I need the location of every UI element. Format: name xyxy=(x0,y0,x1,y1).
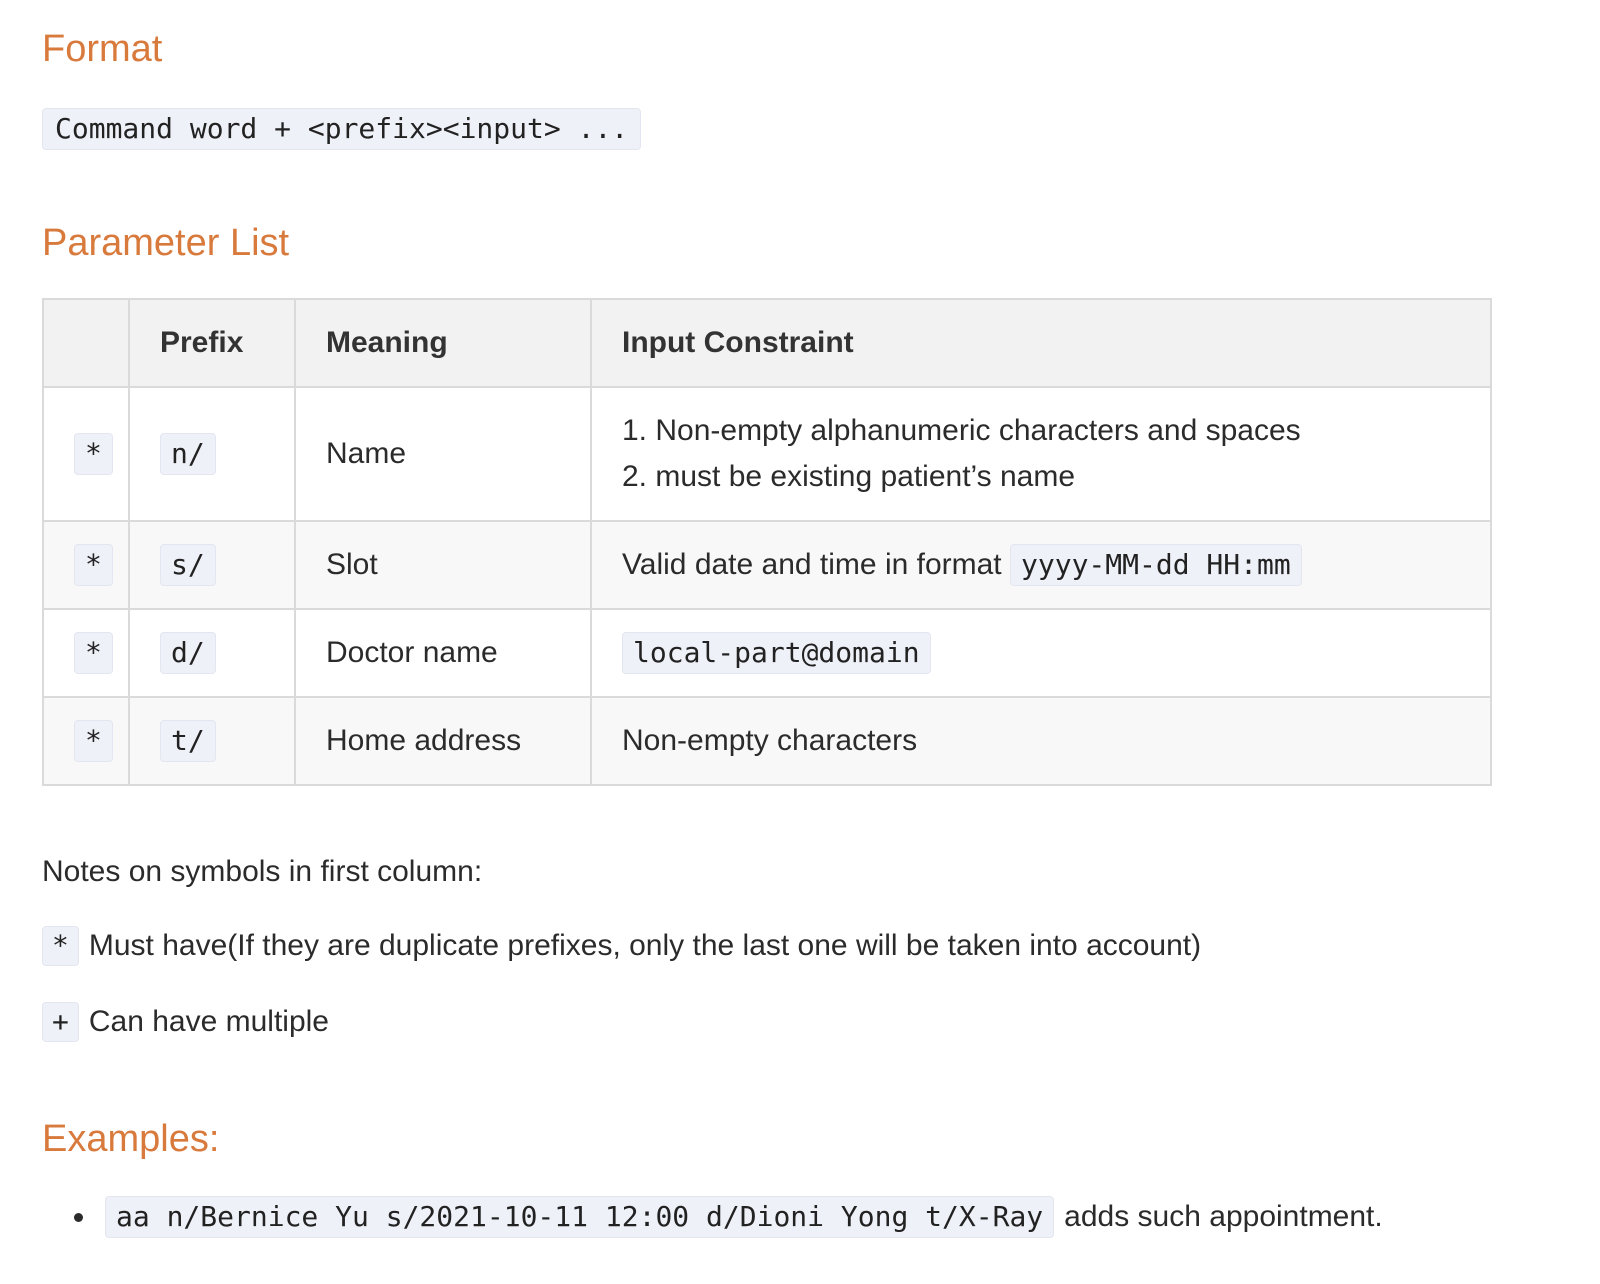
table-row: * d/ Doctor name local-part@domain xyxy=(42,608,1492,698)
table-header-row: Prefix Meaning Input Constraint xyxy=(42,298,1492,388)
constraint-code: yyyy-MM-dd HH:mm xyxy=(1010,544,1302,586)
examples-heading: Examples: xyxy=(42,1118,220,1160)
constraint-cell: 1. Non-empty alphanumeric characters and… xyxy=(590,386,1492,522)
prefix-cell: n/ xyxy=(128,386,296,522)
required-symbol: * xyxy=(74,433,113,475)
symbol-cell: * xyxy=(42,520,130,610)
column-header-meaning: Meaning xyxy=(294,298,592,388)
constraint-text: Valid date and time in format xyxy=(622,548,1002,581)
table-row: * t/ Home address Non-empty characters xyxy=(42,696,1492,786)
table-row: * n/ Name 1. Non-empty alphanumeric char… xyxy=(42,386,1492,522)
example-text: adds such appointment. xyxy=(1064,1200,1383,1233)
constraint-code: local-part@domain xyxy=(622,632,931,674)
constraint-cell: local-part@domain xyxy=(590,608,1492,698)
constraint-line: 2. must be existing patient’s name xyxy=(622,460,1076,493)
meaning-cell: Home address xyxy=(294,696,592,786)
prefix-cell: t/ xyxy=(128,696,296,786)
meaning-cell: Name xyxy=(294,386,592,522)
required-symbol: * xyxy=(74,720,113,762)
required-symbol: * xyxy=(74,632,113,674)
format-code: Command word + <prefix><input> ... xyxy=(42,108,642,150)
constraint-cell: Non-empty characters xyxy=(590,696,1492,786)
prefix-cell: d/ xyxy=(128,608,296,698)
parameter-list-heading: Parameter List xyxy=(42,222,290,264)
note-text: Must have(If they are duplicate prefixes… xyxy=(88,929,1202,962)
multiple-symbol: + xyxy=(42,1002,79,1042)
symbol-cell: * xyxy=(42,386,130,522)
column-header-symbol xyxy=(42,298,130,388)
format-heading: Format xyxy=(42,28,163,70)
table-row: * s/ Slot Valid date and time in format … xyxy=(42,520,1492,610)
prefix-cell: s/ xyxy=(128,520,296,610)
constraint-cell: Valid date and time in format yyyy-MM-dd… xyxy=(590,520,1492,610)
meaning-cell: Slot xyxy=(294,520,592,610)
required-symbol: * xyxy=(42,926,79,966)
parameter-table: Prefix Meaning Input Constraint * n/ Nam… xyxy=(42,298,1492,786)
notes-title: Notes on symbols in first column: xyxy=(42,855,483,888)
prefix-code: t/ xyxy=(160,720,216,762)
note-item: * Must have(If they are duplicate prefix… xyxy=(42,926,1201,966)
column-header-constraint: Input Constraint xyxy=(590,298,1492,388)
required-symbol: * xyxy=(74,544,113,586)
meaning-cell: Doctor name xyxy=(294,608,592,698)
note-text: Can have multiple xyxy=(88,1005,329,1038)
prefix-code: s/ xyxy=(160,544,216,586)
prefix-code: n/ xyxy=(160,433,216,475)
bullet-icon xyxy=(74,1212,83,1222)
symbol-cell: * xyxy=(42,696,130,786)
constraint-line: 1. Non-empty alphanumeric characters and… xyxy=(622,414,1301,447)
list-item: aa n/Bernice Yu s/2021-10-11 12:00 d/Dio… xyxy=(42,1196,1383,1238)
prefix-code: d/ xyxy=(160,632,216,674)
example-code: aa n/Bernice Yu s/2021-10-11 12:00 d/Dio… xyxy=(105,1196,1055,1238)
column-header-prefix: Prefix xyxy=(128,298,296,388)
symbol-cell: * xyxy=(42,608,130,698)
note-item: + Can have multiple xyxy=(42,1002,329,1042)
